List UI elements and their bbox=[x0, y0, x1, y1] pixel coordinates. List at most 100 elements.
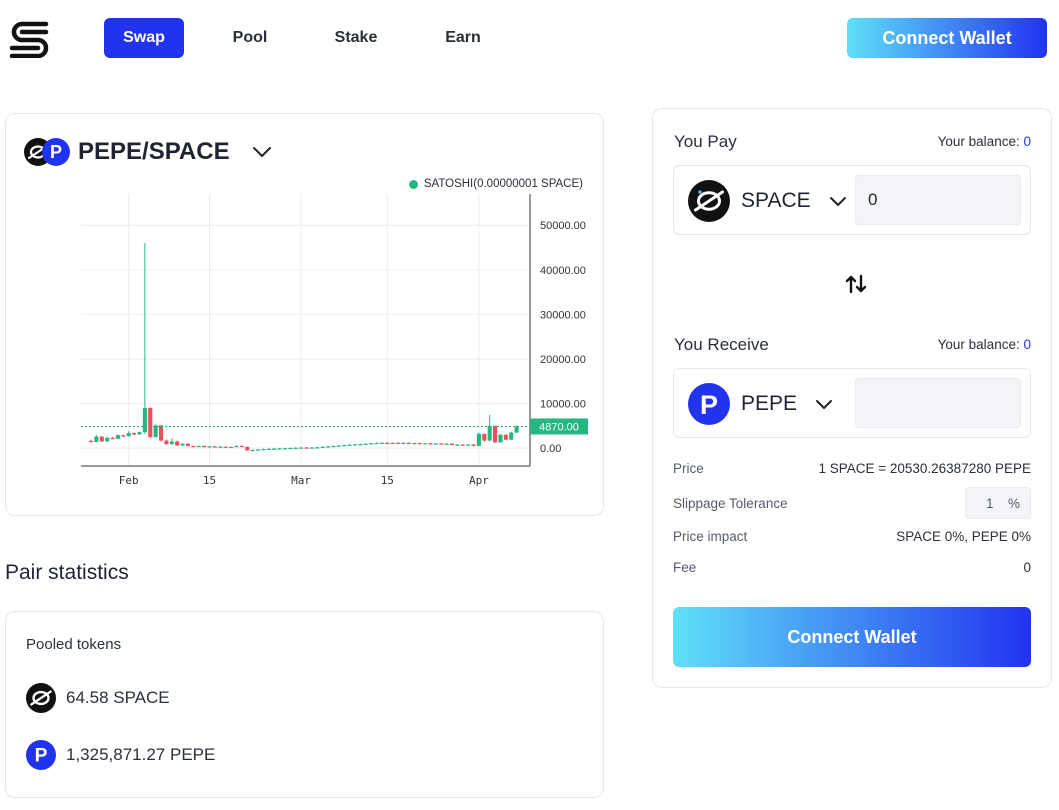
receive-amount-input[interactable] bbox=[855, 378, 1021, 428]
candle-body bbox=[299, 447, 304, 449]
tab-stake[interactable]: Stake bbox=[316, 18, 396, 58]
slippage-input[interactable]: 1 % bbox=[965, 487, 1031, 519]
candle-body bbox=[417, 443, 422, 445]
pay-balance-label: Your balance: bbox=[937, 134, 1020, 149]
candle-body bbox=[509, 432, 514, 440]
candle-body bbox=[158, 425, 164, 441]
app-logo[interactable] bbox=[8, 18, 52, 59]
slippage-row: Slippage Tolerance 1 % bbox=[673, 487, 1031, 519]
candle-body bbox=[99, 436, 104, 442]
candle-body bbox=[390, 442, 395, 445]
legend-label: SATOSHI(0.00000001 SPACE) bbox=[423, 178, 583, 190]
pepe-token-icon: P bbox=[688, 383, 730, 425]
candle-body bbox=[288, 447, 293, 450]
candle-body bbox=[153, 425, 158, 438]
svg-text:P: P bbox=[35, 745, 48, 766]
candle-body bbox=[342, 445, 347, 447]
fee-row: Fee 0 bbox=[673, 560, 1031, 575]
candle-body bbox=[277, 448, 282, 450]
price-chart[interactable]: 50000.00 40000.00 30000.00 20000.00 10000.00… bbox=[74, 194, 594, 494]
legend-dot bbox=[408, 179, 418, 189]
receive-balance-value: 0 bbox=[1023, 337, 1031, 352]
price-row: Price 1 SPACE = 20530.26387280 PEPE bbox=[673, 461, 1031, 476]
candle-body bbox=[401, 442, 406, 445]
y-tick-label: 30000.00 bbox=[540, 309, 586, 321]
slippage-label: Slippage Tolerance bbox=[673, 495, 788, 511]
price-impact-row: Price impact SPACE 0%, PEPE 0% bbox=[673, 529, 1031, 544]
pay-token-selector[interactable]: SPACE bbox=[688, 180, 847, 222]
candle-body bbox=[412, 443, 417, 445]
connect-wallet-header-button[interactable]: Connect Wallet bbox=[847, 18, 1047, 58]
receive-token-box: P PEPE bbox=[673, 368, 1031, 438]
candle-body bbox=[331, 445, 336, 448]
svg-text:P: P bbox=[700, 390, 718, 420]
candle-body bbox=[449, 443, 455, 446]
x-tick-label: Mar bbox=[291, 474, 311, 487]
candle-body bbox=[169, 441, 174, 445]
candle-body bbox=[374, 443, 379, 445]
swap-panel: You Pay Your balance: 0 SPACE You Receiv… bbox=[652, 108, 1052, 688]
receive-token-selector[interactable]: P PEPE bbox=[688, 383, 833, 425]
candle-body bbox=[336, 445, 341, 447]
candle-body bbox=[261, 449, 266, 451]
pay-token-name: SPACE bbox=[741, 189, 811, 212]
candle-body bbox=[396, 442, 401, 445]
candle-body bbox=[196, 445, 201, 448]
candle-body bbox=[148, 408, 153, 438]
y-tick-label: 20000.00 bbox=[540, 354, 586, 366]
candle-body bbox=[218, 446, 223, 448]
last-price-label: 4870.00 bbox=[539, 421, 579, 433]
space-token-icon bbox=[26, 683, 56, 713]
candle-body bbox=[175, 441, 180, 446]
candle-body bbox=[460, 444, 465, 446]
candle-body bbox=[455, 444, 460, 446]
candle-body bbox=[207, 446, 212, 448]
y-tick-label: 0.00 bbox=[540, 443, 561, 455]
candle-body bbox=[320, 446, 325, 449]
pair-icons: P bbox=[24, 138, 70, 166]
you-receive-label: You Receive bbox=[674, 335, 769, 354]
x-tick-label: 15 bbox=[381, 474, 394, 487]
price-label: Price bbox=[673, 461, 704, 476]
pay-balance-value: 0 bbox=[1023, 134, 1031, 149]
chevron-down-icon[interactable] bbox=[252, 146, 272, 158]
candle-body bbox=[126, 433, 131, 437]
candle-body bbox=[164, 440, 169, 445]
candle-body bbox=[476, 433, 481, 446]
price-impact-value: SPACE 0%, PEPE 0% bbox=[896, 529, 1031, 544]
pooled-tokens-card: Pooled tokens 64.58 SPACE P 1,325,871.27… bbox=[5, 611, 604, 798]
candle-body bbox=[439, 443, 444, 445]
connect-wallet-button[interactable]: Connect Wallet bbox=[673, 607, 1031, 667]
candle-body bbox=[422, 443, 428, 445]
receive-token-name: PEPE bbox=[741, 392, 798, 415]
candle-body bbox=[406, 442, 411, 445]
x-tick-label: 15 bbox=[203, 474, 216, 487]
candle-body bbox=[223, 446, 228, 448]
x-tick-label: Apr bbox=[469, 474, 489, 487]
tab-swap[interactable]: Swap bbox=[104, 18, 184, 58]
pay-amount-input[interactable] bbox=[855, 175, 1021, 225]
pepe-token-icon: P bbox=[26, 740, 56, 770]
candle-body bbox=[142, 408, 147, 433]
candle-body bbox=[115, 435, 120, 439]
candle-body bbox=[304, 447, 309, 449]
pay-token-box: SPACE bbox=[673, 165, 1031, 235]
candle-body bbox=[255, 449, 261, 451]
price-impact-label: Price impact bbox=[673, 529, 748, 544]
candle-body bbox=[482, 433, 487, 441]
tab-pool[interactable]: Pool bbox=[210, 18, 290, 58]
space-token-icon bbox=[688, 180, 730, 222]
candle-body bbox=[234, 445, 239, 448]
receive-balance-label: Your balance: bbox=[937, 337, 1020, 352]
pair-selector[interactable]: P PEPE/SPACE bbox=[24, 138, 272, 166]
candle-body bbox=[352, 444, 358, 446]
tab-earn[interactable]: Earn bbox=[423, 18, 503, 58]
receive-balance: Your balance: 0 bbox=[938, 337, 1031, 352]
candle-body bbox=[293, 447, 298, 449]
candle-body bbox=[105, 437, 110, 442]
slippage-unit: % bbox=[1007, 495, 1020, 511]
x-tick-label: Feb bbox=[119, 474, 139, 487]
swap-arrows-icon[interactable] bbox=[844, 272, 868, 296]
candle-body bbox=[347, 444, 352, 446]
pooled-pepe-amount: 1,325,871.27 PEPE bbox=[66, 745, 216, 764]
